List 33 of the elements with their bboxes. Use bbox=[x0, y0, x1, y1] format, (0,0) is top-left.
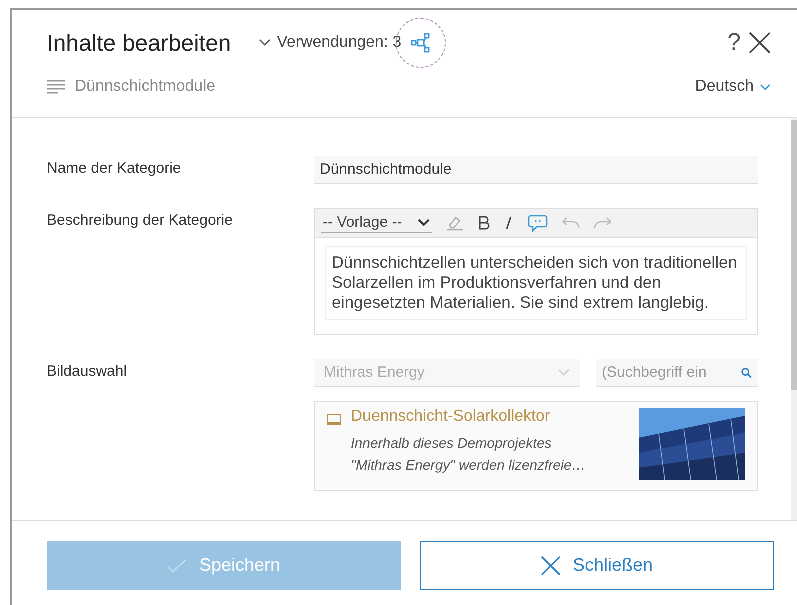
language-select[interactable]: Deutsch bbox=[695, 78, 771, 96]
search-field[interactable]: (Suchbegriff ein bbox=[596, 359, 758, 387]
eraser-icon[interactable] bbox=[446, 215, 464, 231]
italic-icon[interactable] bbox=[504, 216, 514, 230]
field-label: Name der Kategorie bbox=[47, 159, 182, 177]
comment-icon[interactable] bbox=[528, 214, 548, 232]
close-icon[interactable] bbox=[749, 32, 771, 54]
scrollbar-thumb[interactable] bbox=[791, 120, 797, 390]
undo-icon[interactable] bbox=[562, 217, 580, 229]
image-description: Innerhalb dieses Demoprojektes "Mithras Energy" werden lizenzfreie… bbox=[351, 434, 587, 475]
chevron-down-icon bbox=[760, 84, 771, 90]
hierarchy-icon[interactable] bbox=[410, 33, 431, 53]
checkmark-icon bbox=[167, 558, 188, 572]
chevron-down-icon bbox=[558, 369, 570, 376]
close-button[interactable]: Schließen bbox=[420, 541, 774, 590]
bold-icon[interactable] bbox=[478, 216, 490, 230]
usages-toggle[interactable]: Verwendungen: 3 bbox=[259, 34, 402, 52]
image-title: Duennschicht-Solarkollektor bbox=[351, 408, 552, 426]
description-text[interactable]: Dünnschichtzellen unterscheiden sich von traditionellen Solarzellen im Produktionsverfahren und den eingesetzten Materialien. Sie sind extrem langlebig. bbox=[325, 246, 747, 320]
name-field[interactable]: Dünnschichtmodule bbox=[314, 156, 758, 184]
chevron-down-icon bbox=[418, 218, 430, 226]
close-icon bbox=[540, 556, 561, 576]
image-checkbox[interactable] bbox=[327, 414, 341, 425]
dialog-title: Inhalte bearbeiten bbox=[47, 30, 232, 56]
redo-icon[interactable] bbox=[594, 217, 612, 229]
chevron-down-icon bbox=[259, 39, 272, 47]
field-label: Beschreibung der Kategorie bbox=[47, 211, 234, 229]
template-select[interactable]: -- Vorlage -- bbox=[321, 213, 432, 233]
help-button[interactable]: ? bbox=[728, 29, 741, 57]
breadcrumb: Dünnschichtmodule bbox=[75, 78, 216, 96]
search-icon bbox=[740, 366, 752, 378]
list-icon bbox=[47, 80, 65, 94]
field-label: Bildauswahl bbox=[47, 362, 128, 380]
